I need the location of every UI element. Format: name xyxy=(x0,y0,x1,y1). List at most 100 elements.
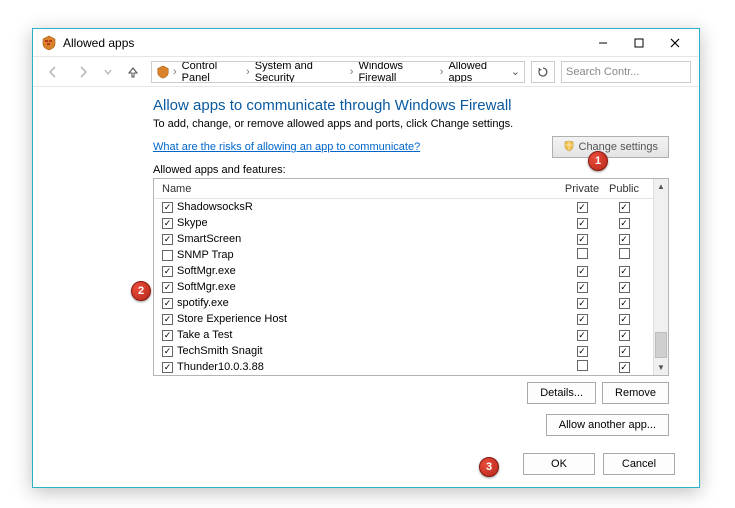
row-enable-checkbox[interactable]: ✓ xyxy=(162,218,173,229)
window-title: Allowed apps xyxy=(63,36,134,50)
chevron-right-icon: › xyxy=(172,66,178,78)
shield-icon xyxy=(563,140,575,155)
private-checkbox[interactable]: ✓ xyxy=(577,330,588,341)
column-public[interactable]: Public xyxy=(603,183,645,195)
column-name[interactable]: Name xyxy=(162,183,561,195)
private-checkbox[interactable]: ✓ xyxy=(577,298,588,309)
table-row[interactable]: ✓ TechSmith Snagit ✓ ✓ xyxy=(154,343,653,359)
apps-list: Name Private Public ✓ ShadowsocksR ✓ ✓ ✓ Skyp… xyxy=(153,178,669,376)
app-name: Store Experience Host xyxy=(177,313,287,325)
public-checkbox[interactable]: ✓ xyxy=(619,314,630,325)
forward-button[interactable] xyxy=(71,61,95,83)
list-header: Name Private Public xyxy=(154,179,653,199)
annotation-2: 2 xyxy=(131,281,151,301)
table-row[interactable]: ✓spotify.exe✓✓ xyxy=(154,295,653,311)
column-private[interactable]: Private xyxy=(561,183,603,195)
row-enable-checkbox[interactable]: ✓ xyxy=(162,298,173,309)
scrollbar[interactable]: ▲ ▼ xyxy=(653,179,668,375)
private-checkbox[interactable]: ✓ xyxy=(577,202,588,213)
app-name: TechSmith Snagit xyxy=(177,345,263,357)
remove-button[interactable]: Remove xyxy=(602,382,669,404)
row-enable-checkbox[interactable]: ✓ xyxy=(162,266,173,277)
app-name: SNMP Trap xyxy=(177,249,234,261)
breadcrumb[interactable]: System and Security xyxy=(253,61,347,83)
private-checkbox[interactable]: ✓ xyxy=(577,314,588,325)
recent-locations[interactable] xyxy=(101,61,115,83)
table-row[interactable]: ✓Thunder10.0.3.88✓ xyxy=(154,375,653,376)
firewall-icon xyxy=(156,65,170,79)
search-input[interactable]: Search Contr... xyxy=(561,61,691,83)
table-row[interactable]: ✓Thunder10.0.3.88✓ xyxy=(154,359,653,375)
breadcrumb[interactable]: Windows Firewall xyxy=(356,61,436,83)
private-checkbox[interactable]: ✓ xyxy=(577,282,588,293)
public-checkbox[interactable]: ✓ xyxy=(619,202,630,213)
public-checkbox[interactable]: ✓ xyxy=(619,298,630,309)
breadcrumb[interactable]: Control Panel xyxy=(180,61,243,83)
public-checkbox[interactable]: ✓ xyxy=(619,266,630,277)
private-checkbox[interactable]: ✓ xyxy=(577,234,588,245)
change-settings-label: Change settings xyxy=(579,141,659,153)
table-row[interactable]: ✓SmartScreen✓✓ xyxy=(154,231,653,247)
cancel-button[interactable]: Cancel xyxy=(603,453,675,475)
scrollbar-thumb[interactable] xyxy=(655,332,667,358)
table-row[interactable]: ✓ ShadowsocksR ✓ ✓ xyxy=(154,199,653,215)
scroll-up-icon[interactable]: ▲ xyxy=(655,179,668,194)
page-heading: Allow apps to communicate through Window… xyxy=(153,97,669,114)
breadcrumb[interactable]: Allowed apps xyxy=(446,61,508,83)
private-checkbox[interactable] xyxy=(577,248,588,259)
row-enable-checkbox[interactable]: ✓ xyxy=(162,282,173,293)
private-checkbox[interactable]: ✓ xyxy=(577,218,588,229)
row-enable-checkbox[interactable]: ✓ xyxy=(162,314,173,325)
app-name: Skype xyxy=(177,217,208,229)
row-enable-checkbox[interactable]: ✓ xyxy=(162,346,173,357)
row-enable-checkbox[interactable]: ✓ xyxy=(162,202,173,213)
app-name: SoftMgr.exe xyxy=(177,281,236,293)
private-checkbox[interactable]: ✓ xyxy=(577,346,588,357)
back-button[interactable] xyxy=(41,61,65,83)
table-row[interactable]: ✓ SoftMgr.exe ✓ ✓ xyxy=(154,263,653,279)
chevron-right-icon: › xyxy=(439,66,445,78)
chevron-down-icon[interactable]: ⌄ xyxy=(511,65,520,78)
page-subtext: To add, change, or remove allowed apps a… xyxy=(153,118,669,130)
row-enable-checkbox[interactable] xyxy=(162,250,173,261)
public-checkbox[interactable]: ✓ xyxy=(619,362,630,373)
content-area: Allow apps to communicate through Window… xyxy=(33,87,699,436)
allow-another-app-button[interactable]: Allow another app... xyxy=(546,414,669,436)
table-row[interactable]: ✓Take a Test✓✓ xyxy=(154,327,653,343)
minimize-button[interactable] xyxy=(585,31,621,55)
table-row[interactable]: ✓ Store Experience Host ✓ ✓ xyxy=(154,311,653,327)
row-enable-checkbox[interactable]: ✓ xyxy=(162,234,173,245)
public-checkbox[interactable]: ✓ xyxy=(619,330,630,341)
table-row[interactable]: ✓ SoftMgr.exe ✓ ✓ xyxy=(154,279,653,295)
change-settings-button[interactable]: Change settings xyxy=(552,136,670,158)
search-placeholder: Search Contr... xyxy=(566,66,639,78)
private-checkbox[interactable] xyxy=(577,360,588,371)
breadcrumb-bar[interactable]: › Control Panel › System and Security › … xyxy=(151,61,525,83)
annotation-1: 1 xyxy=(588,151,608,171)
chevron-right-icon: › xyxy=(349,66,355,78)
table-row[interactable]: SNMP Trap xyxy=(154,247,653,263)
close-button[interactable] xyxy=(657,31,693,55)
private-checkbox[interactable]: ✓ xyxy=(577,266,588,277)
maximize-button[interactable] xyxy=(621,31,657,55)
titlebar: Allowed apps xyxy=(33,29,699,57)
app-name: ShadowsocksR xyxy=(177,201,253,213)
refresh-button[interactable] xyxy=(531,61,555,83)
public-checkbox[interactable] xyxy=(619,248,630,259)
public-checkbox[interactable]: ✓ xyxy=(619,346,630,357)
address-bar-row: › Control Panel › System and Security › … xyxy=(33,57,699,87)
table-row[interactable]: ✓ Skype ✓ ✓ xyxy=(154,215,653,231)
row-enable-checkbox[interactable]: ✓ xyxy=(162,362,173,373)
risks-link[interactable]: What are the risks of allowing an app to… xyxy=(153,141,420,153)
app-name: SoftMgr.exe xyxy=(177,265,236,277)
public-checkbox[interactable]: ✓ xyxy=(619,234,630,245)
scroll-down-icon[interactable]: ▼ xyxy=(655,360,668,375)
row-enable-checkbox[interactable]: ✓ xyxy=(162,330,173,341)
ok-button[interactable]: OK xyxy=(523,453,595,475)
public-checkbox[interactable]: ✓ xyxy=(619,282,630,293)
chevron-right-icon: › xyxy=(245,66,251,78)
up-button[interactable] xyxy=(121,61,145,83)
details-button[interactable]: Details... xyxy=(527,382,596,404)
public-checkbox[interactable]: ✓ xyxy=(619,218,630,229)
firewall-icon xyxy=(41,35,57,51)
